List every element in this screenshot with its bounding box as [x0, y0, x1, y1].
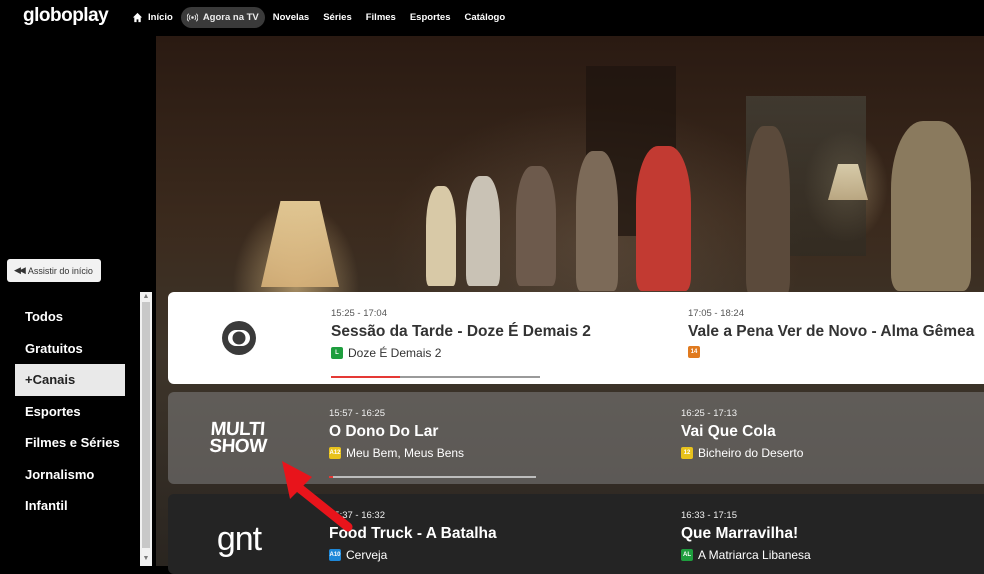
program-title: Vale a Pena Ver de Novo - Alma Gêmea	[688, 323, 975, 340]
gnt-logo: gnt	[216, 519, 262, 558]
rewind-icon: ◀◀	[14, 265, 26, 275]
video-frame-figure	[516, 166, 556, 286]
nav-item-agora-na-tv[interactable]: Agora na TV	[180, 7, 265, 28]
episode-title: Doze É Demais 2	[348, 346, 442, 360]
next-program[interactable]: 17:05 - 18:24 Vale a Pena Ver de Novo - …	[688, 308, 974, 358]
nav-item-label: Início	[148, 12, 173, 23]
program-progress-fill	[331, 376, 400, 378]
nav-item-label: Filmes	[365, 12, 396, 23]
program-title: O Dono Do Lar	[329, 423, 439, 440]
nav-item-label: Catálogo	[464, 12, 506, 23]
episode-title: Bicheiro do Deserto	[698, 446, 804, 460]
video-frame-figure	[426, 186, 456, 286]
globoplay-logo[interactable]: globoplay	[23, 5, 109, 27]
channel-card-globo[interactable]: 15:25 - 17:04 Sessão da Tarde - Doze É D…	[168, 292, 984, 384]
program-time: 15:57 - 16:25	[329, 408, 385, 419]
channel-logo	[168, 292, 310, 384]
episode-title: Meu Bem, Meus Bens	[346, 446, 465, 460]
program-title: Vai Que Cola	[681, 423, 776, 440]
watch-from-start-button[interactable]: ◀◀ Assistir do início	[7, 259, 101, 282]
category-list: Todos Gratuitos +Canais Esportes Filmes …	[15, 301, 125, 522]
watch-from-start-label: Assistir do início	[27, 265, 93, 276]
program-time: 16:33 - 17:15	[681, 510, 737, 521]
category-filmes-e-series[interactable]: Filmes e Séries	[15, 427, 125, 459]
category-jornalismo[interactable]: Jornalismo	[15, 459, 125, 491]
video-frame-figure	[891, 121, 971, 291]
annotation-arrow-icon	[282, 461, 353, 532]
home-icon	[132, 12, 143, 23]
category-esportes[interactable]: Esportes	[15, 396, 125, 428]
program-progress-bar	[331, 376, 540, 378]
main-nav: Início Agora na TV Novelas Séries Filmes…	[126, 7, 511, 28]
nav-item-inicio[interactable]: Início	[126, 7, 179, 28]
scroll-down-icon[interactable]: ▼	[140, 554, 152, 564]
program-progress-bar	[329, 476, 536, 478]
live-broadcast-icon	[186, 13, 198, 22]
program-time: 17:05 - 18:24	[688, 308, 744, 319]
program-title: Sessão da Tarde - Doze É Demais 2	[331, 323, 591, 340]
nav-item-catalogo[interactable]: Catálogo	[459, 7, 512, 28]
nav-item-series[interactable]: Séries	[317, 7, 358, 28]
current-program[interactable]: 15:57 - 16:25 O Dono Do Lar A12 Meu Bem,…	[329, 408, 464, 460]
scroll-up-icon[interactable]: ▲	[140, 292, 152, 302]
category-mais-canais[interactable]: +Canais	[15, 364, 125, 396]
next-program[interactable]: 16:25 - 17:13 Vai Que Cola 12 Bicheiro d…	[681, 408, 803, 460]
multishow-logo: MULTI SHOW	[209, 419, 268, 457]
video-frame-figure	[576, 151, 618, 291]
age-rating-badge: 14	[688, 346, 700, 358]
age-rating-badge: L	[331, 347, 343, 359]
age-rating-badge: AL	[681, 549, 693, 561]
program-time: 15:25 - 17:04	[331, 308, 387, 319]
video-frame-figure	[746, 126, 790, 296]
nav-item-esportes[interactable]: Esportes	[404, 7, 457, 28]
current-program[interactable]: 15:25 - 17:04 Sessão da Tarde - Doze É D…	[331, 308, 591, 360]
scrollbar-thumb[interactable]	[142, 302, 150, 548]
nav-item-filmes[interactable]: Filmes	[360, 7, 402, 28]
program-title: Que Marravilha!	[681, 525, 799, 542]
globo-icon	[222, 321, 256, 355]
nav-item-label: Séries	[323, 12, 352, 23]
category-todos[interactable]: Todos	[15, 301, 125, 333]
channel-list-scrollbar[interactable]: ▲ ▼	[140, 292, 152, 566]
nav-item-label: Esportes	[409, 12, 451, 23]
nav-item-label: Agora na TV	[202, 12, 259, 23]
nav-item-label: Novelas	[272, 12, 310, 23]
video-frame-figure	[636, 146, 691, 291]
category-gratuitos[interactable]: Gratuitos	[15, 333, 125, 365]
age-rating-badge: 12	[681, 447, 693, 459]
program-time: 16:25 - 17:13	[681, 408, 737, 419]
video-frame-lamp	[261, 201, 339, 287]
category-infantil[interactable]: Infantil	[15, 490, 125, 522]
age-rating-badge: A10	[329, 549, 341, 561]
top-navigation-bar: globoplay Início Agora na TV Novelas Sér…	[0, 0, 984, 36]
episode-title: A Matriarca Libanesa	[698, 548, 811, 562]
next-program[interactable]: 16:33 - 17:15 Que Marravilha! AL A Matri…	[681, 510, 811, 562]
logo-text-line: SHOW	[209, 436, 268, 457]
video-frame-figure	[466, 176, 500, 286]
episode-title: Cerveja	[346, 548, 388, 562]
nav-item-novelas[interactable]: Novelas	[267, 7, 315, 28]
